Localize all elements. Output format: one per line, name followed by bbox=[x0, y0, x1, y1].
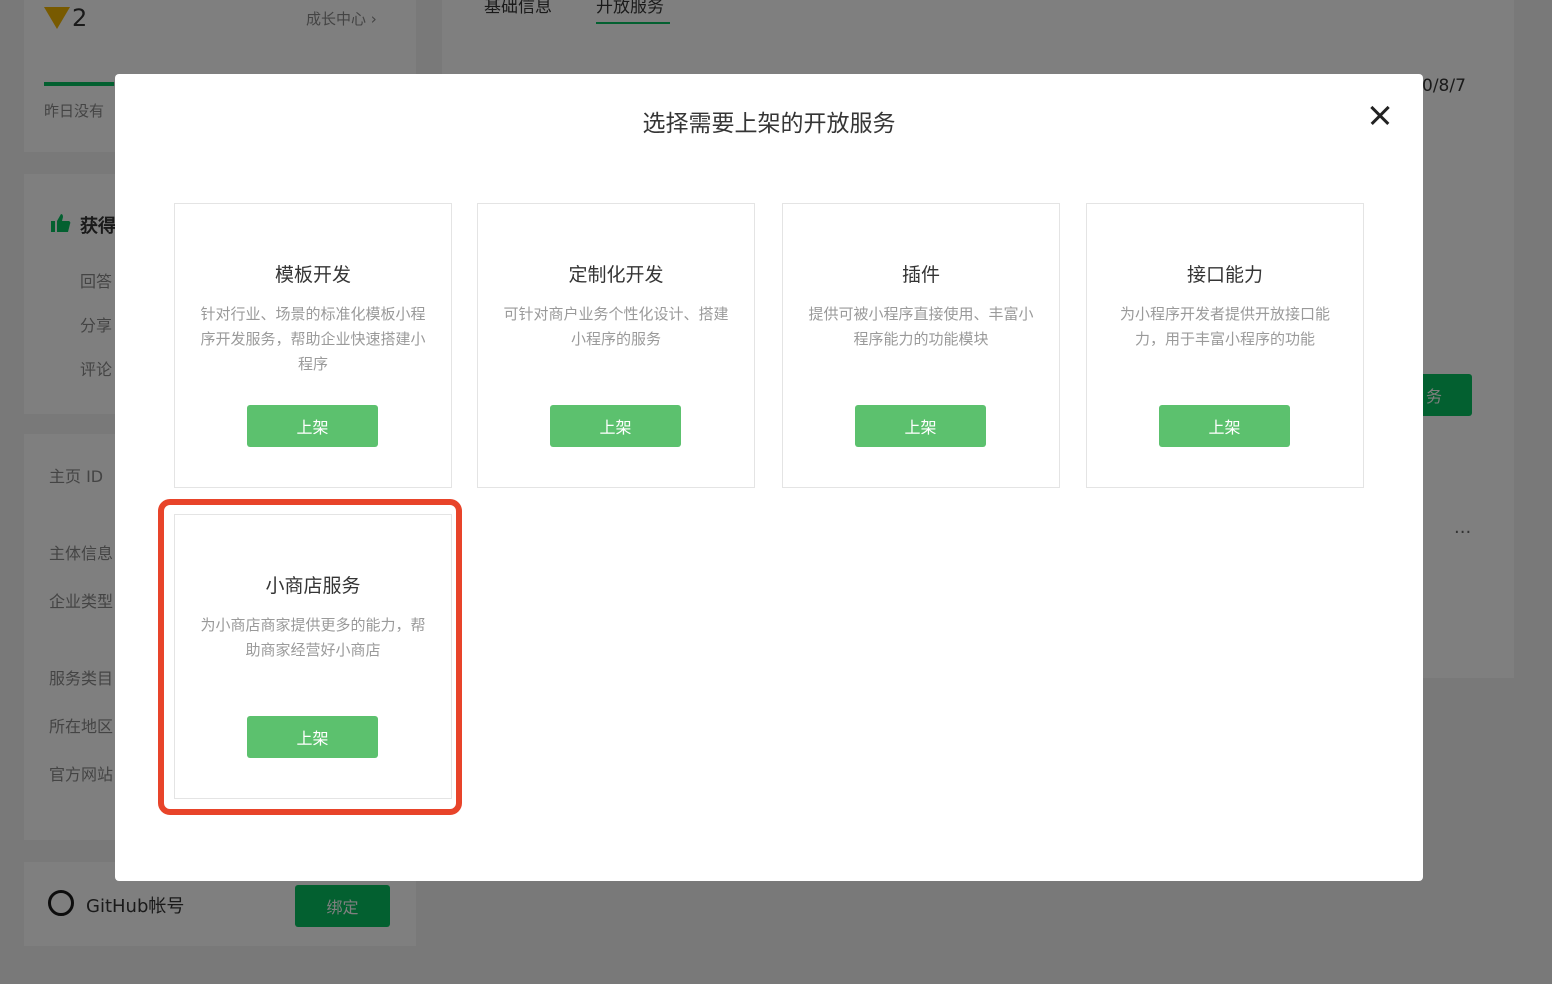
service-card-desc: 提供可被小程序直接使用、丰富小程序能力的功能模块 bbox=[808, 305, 1034, 348]
service-card-desc: 可针对商户业务个性化设计、搭建小程序的服务 bbox=[503, 305, 729, 348]
service-card-desc: 为小程序开发者提供开放接口能力，用于丰富小程序的功能 bbox=[1119, 305, 1330, 348]
service-card-desc: 为小商店商家提供更多的能力，帮助商家经营好小商店 bbox=[200, 616, 426, 659]
service-card-title: 插件 bbox=[901, 264, 940, 286]
service-card-title: 接口能力 bbox=[1186, 264, 1263, 286]
service-card-mini-shop: 小商店服务 为小商店商家提供更多的能力，帮助商家经营好小商店 上架 bbox=[174, 514, 452, 799]
service-card-api: 接口能力 为小程序开发者提供开放接口能力，用于丰富小程序的功能 上架 bbox=[1086, 203, 1364, 488]
dialog-title: 选择需要上架的开放服务 bbox=[642, 111, 896, 137]
service-card-custom-dev: 定制化开发 可针对商户业务个性化设计、搭建小程序的服务 上架 bbox=[477, 203, 755, 488]
select-service-dialog: 选择需要上架的开放服务 模板开发 针对行业、场景的标准化模板小程序开发服务，帮助… bbox=[115, 74, 1423, 881]
list-service-button[interactable]: 上架 bbox=[855, 405, 986, 447]
service-card-template-dev: 模板开发 针对行业、场景的标准化模板小程序开发服务，帮助企业快速搭建小程序 上架 bbox=[174, 203, 452, 488]
close-icon[interactable] bbox=[1365, 100, 1395, 130]
list-service-button[interactable]: 上架 bbox=[247, 405, 378, 447]
list-service-button[interactable]: 上架 bbox=[1159, 405, 1290, 447]
list-service-button[interactable]: 上架 bbox=[550, 405, 681, 447]
service-card-title: 模板开发 bbox=[274, 264, 351, 286]
list-service-button[interactable]: 上架 bbox=[247, 716, 378, 758]
service-card-desc: 针对行业、场景的标准化模板小程序开发服务，帮助企业快速搭建小程序 bbox=[200, 305, 426, 373]
service-card-plugin: 插件 提供可被小程序直接使用、丰富小程序能力的功能模块 上架 bbox=[782, 203, 1060, 488]
service-card-title: 小商店服务 bbox=[265, 575, 361, 597]
service-card-title: 定制化开发 bbox=[568, 264, 664, 286]
